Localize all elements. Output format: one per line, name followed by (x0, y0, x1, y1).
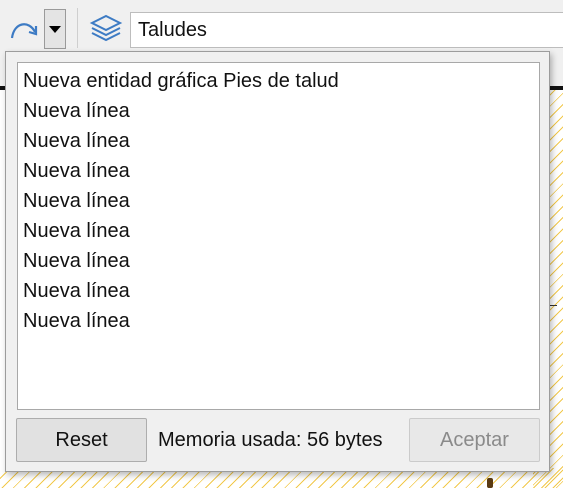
layers-button[interactable] (88, 12, 124, 46)
memory-usage-label: Memoria usada: 56 bytes (158, 429, 383, 451)
list-item[interactable]: Nueva línea (18, 276, 539, 306)
list-item[interactable]: Nueva línea (18, 246, 539, 276)
list-item[interactable]: Nueva línea (18, 306, 539, 336)
canvas-marker (487, 478, 493, 488)
triangle-down-icon (49, 26, 61, 33)
accept-button[interactable]: Aceptar (409, 418, 540, 462)
undo-history-popup: Nueva entidad gráfica Pies de talud Nuev… (5, 51, 550, 472)
tool-dropdown-button[interactable] (44, 9, 66, 49)
list-item[interactable]: Nueva línea (18, 126, 539, 156)
list-item[interactable]: Nueva entidad gráfica Pies de talud (18, 66, 539, 96)
layers-icon (89, 14, 123, 42)
list-item[interactable]: Nueva línea (18, 186, 539, 216)
reset-button[interactable]: Reset (16, 418, 147, 462)
list-item[interactable]: Nueva línea (18, 96, 539, 126)
toolbar-separator (77, 8, 78, 48)
list-item[interactable]: Nueva línea (18, 156, 539, 186)
current-layer-field[interactable]: Taludes (130, 12, 563, 48)
list-item[interactable]: Nueva línea (18, 216, 539, 246)
curve-arrow-icon (10, 23, 38, 39)
line-tool-button[interactable] (8, 12, 42, 46)
history-list[interactable]: Nueva entidad gráfica Pies de talud Nuev… (17, 62, 540, 410)
